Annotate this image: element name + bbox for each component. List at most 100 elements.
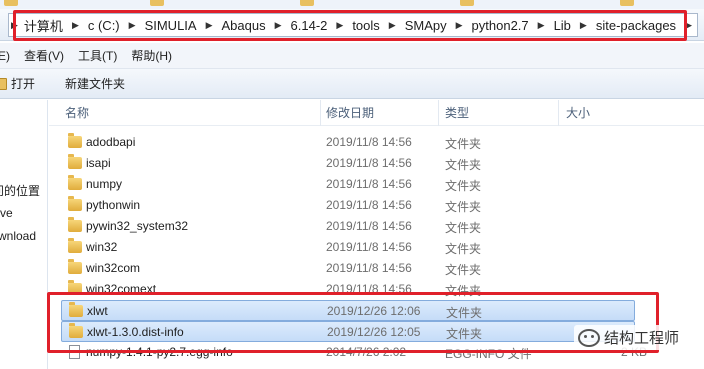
file-type: 文件夹 (445, 158, 482, 172)
open-button-label: 打开 (11, 77, 36, 91)
folder-icon (68, 238, 82, 253)
file-date: 2014/7/26 2:02 (326, 345, 407, 359)
file-type: 文件夹 (445, 284, 482, 298)
file-type: 文件夹 (445, 200, 482, 214)
file-row[interactable]: pywin32_system32 2019/11/8 14:56 文件夹 (61, 216, 635, 237)
open-icon (0, 77, 7, 90)
column-header-size[interactable]: 大小 (559, 100, 659, 126)
file-row[interactable]: numpy-1.4.1-py2.7.egg-info 2014/7/26 2:02… (61, 342, 647, 363)
breadcrumb-item-version[interactable]: 6.14-2 (289, 18, 330, 33)
folder-icon (68, 196, 82, 211)
file-date: 2019/11/8 14:56 (326, 261, 412, 275)
file-name: adodbapi (86, 135, 136, 149)
watermark: 结构工程师 (574, 325, 684, 350)
file-row[interactable]: isapi 2019/11/8 14:56 文件夹 (61, 153, 635, 174)
breadcrumb-item-lib[interactable]: Lib (552, 18, 573, 33)
watermark-text: 结构工程师 (604, 329, 680, 347)
file-name: pywin32_system32 (86, 219, 189, 233)
breadcrumb-item-tools[interactable]: tools (350, 18, 381, 33)
new-folder-button-label: 新建文件夹 (65, 77, 126, 91)
file-type: 文件夹 (446, 306, 483, 320)
breadcrumb-item-python[interactable]: python2.7 (470, 18, 531, 33)
file-row[interactable]: win32com 2019/11/8 14:56 文件夹 (61, 258, 635, 279)
folder-icon (460, 0, 474, 6)
file-row[interactable]: xlwt 2019/12/26 12:06 文件夹 (61, 300, 635, 321)
breadcrumb-item-abaqus[interactable]: Abaqus (220, 18, 268, 33)
file-type: 文件夹 (445, 137, 482, 151)
folder-icon (69, 323, 83, 338)
file-name: xlwt-1.3.0.dist-info (87, 325, 184, 339)
folder-icon (300, 0, 314, 6)
file-name: numpy (86, 177, 123, 191)
file-row[interactable]: adodbapi 2019/11/8 14:56 文件夹 (61, 132, 635, 153)
breadcrumb-item-smapy[interactable]: SMApy (403, 18, 449, 33)
nav-item-drive[interactable]: ve (0, 206, 13, 220)
wechat-icon (578, 328, 600, 347)
navigation-pane: 问的位置 ve wnload (0, 100, 48, 369)
file-date: 2019/11/8 14:56 (326, 135, 412, 149)
file-date: 2019/12/26 12:05 (327, 325, 421, 339)
file-type: 文件夹 (445, 242, 482, 256)
folder-icon (150, 0, 164, 6)
nav-item-download[interactable]: wnload (0, 229, 36, 243)
file-row[interactable]: numpy 2019/11/8 14:56 文件夹 (61, 174, 635, 195)
chevron-right-icon[interactable]: ▶ (329, 20, 350, 31)
folder-icon (68, 175, 82, 190)
file-row[interactable]: pythonwin 2019/11/8 14:56 文件夹 (61, 195, 635, 216)
file-row[interactable]: win32 2019/11/8 14:56 文件夹 (61, 237, 635, 258)
toolbar: 打开 新建文件夹 (0, 69, 704, 99)
file-type: 文件夹 (445, 221, 482, 235)
file-name: win32 (86, 240, 118, 254)
file-name: numpy-1.4.1-py2.7.egg-info (86, 345, 233, 359)
chevron-right-icon[interactable]: ▶ (199, 20, 220, 31)
file-row[interactable]: win32comext 2019/11/8 14:56 文件夹 (61, 279, 635, 300)
file-date: 2019/11/8 14:56 (326, 177, 412, 191)
chevron-right-icon[interactable]: ▶ (573, 20, 594, 31)
breadcrumb-item-c-drive[interactable]: c (C:) (86, 18, 122, 33)
folder-icon (68, 259, 82, 274)
breadcrumb[interactable]: ▶ 计算机 ▶ c (C:) ▶ SIMULIA ▶ Abaqus ▶ 6.14… (8, 13, 698, 37)
chevron-right-icon[interactable]: ▶ (449, 20, 470, 31)
column-header-date[interactable]: 修改日期 (321, 100, 439, 126)
breadcrumb-item-site-packages[interactable]: site-packages (594, 18, 678, 33)
file-row[interactable]: xlwt-1.3.0.dist-info 2019/12/26 12:05 文件夹 (61, 321, 635, 342)
chevron-right-icon[interactable]: ▶ (268, 20, 289, 31)
file-date: 2019/11/8 14:56 (326, 240, 412, 254)
file-type: 文件夹 (445, 179, 482, 193)
file-name: win32com (86, 261, 141, 275)
file-name: isapi (86, 156, 111, 170)
folder-icon (68, 217, 82, 232)
column-header-type[interactable]: 类型 (439, 100, 559, 126)
menu-view[interactable]: 查看(V) (24, 47, 78, 64)
menu-help[interactable]: 帮助(H) (131, 47, 186, 64)
file-type: 文件夹 (446, 327, 483, 341)
address-bar: ▶ 计算机 ▶ c (C:) ▶ SIMULIA ▶ Abaqus ▶ 6.14… (0, 9, 704, 41)
open-button[interactable]: 打开 (0, 75, 35, 92)
folder-icon (68, 280, 82, 295)
new-folder-button[interactable]: 新建文件夹 (65, 75, 125, 92)
chevron-right-icon[interactable]: ▶ (531, 20, 552, 31)
menu-tools[interactable]: 工具(T) (78, 47, 131, 64)
file-name: xlwt (87, 304, 108, 318)
column-header-name[interactable]: 名称 (49, 100, 321, 126)
file-type: EGG-INFO 文件 (445, 347, 532, 361)
chevron-right-icon[interactable]: ▶ (382, 20, 403, 31)
breadcrumb-item-computer[interactable]: 计算机 (22, 16, 65, 35)
chevron-right-icon[interactable]: ▶ (9, 20, 22, 31)
file-date: 2019/11/8 14:56 (326, 219, 412, 233)
chevron-right-icon[interactable]: ▶ (122, 20, 143, 31)
top-cut-strip (0, 0, 704, 9)
chevron-right-icon[interactable]: ▶ (65, 20, 86, 31)
file-type: 文件夹 (445, 263, 482, 277)
breadcrumb-item-simulia[interactable]: SIMULIA (143, 18, 199, 33)
folder-icon (4, 0, 18, 6)
file-name: pythonwin (86, 198, 141, 212)
folder-icon (68, 154, 82, 169)
chevron-right-icon[interactable]: ▶ (678, 20, 699, 31)
file-icon (69, 345, 80, 359)
nav-item-recent-places[interactable]: 问的位置 (0, 182, 40, 199)
file-name: win32comext (86, 282, 157, 296)
menu-bar: E) 查看(V) 工具(T) 帮助(H) (0, 43, 704, 69)
menu-edit[interactable]: E) (0, 49, 24, 63)
folder-icon (68, 133, 82, 148)
